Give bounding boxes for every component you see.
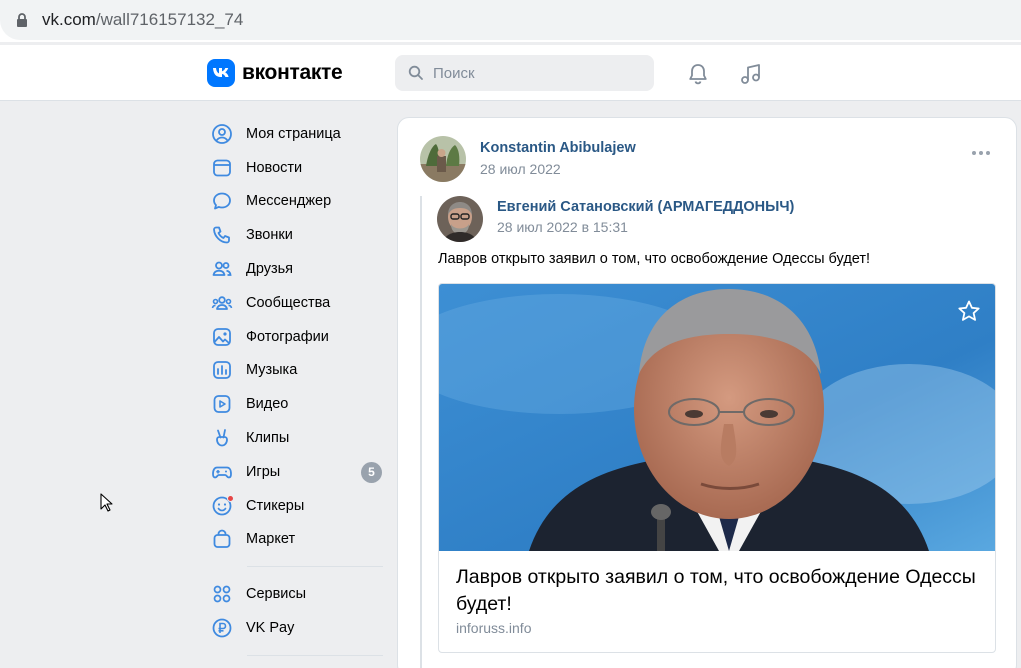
clips-icon — [216, 429, 228, 447]
repost-author-avatar[interactable] — [437, 196, 483, 242]
bell-icon[interactable] — [685, 61, 711, 87]
url-path: /wall716157132_74 — [95, 10, 244, 29]
nav-item-messenger[interactable]: Мессенджер — [211, 185, 383, 219]
nav-item-communities[interactable]: Сообщества — [211, 286, 383, 320]
nav-label: Музыка — [246, 362, 298, 379]
link-title[interactable]: Лавров открыто заявил о том, что освобож… — [456, 564, 976, 618]
communities-icon — [211, 296, 233, 310]
nav-item-friends[interactable]: Друзья — [211, 252, 383, 286]
vk-header: вконтакте Поиск — [0, 45, 1021, 101]
nav-item-vkpay[interactable]: VK Pay — [211, 611, 383, 645]
post-card: Konstantin Abibulajew 28 июл 2022 Евгени… — [397, 117, 1017, 668]
nav-label: Друзья — [246, 261, 294, 278]
nav-item-market[interactable]: Маркет — [211, 523, 383, 557]
nav-label: Сообщества — [246, 294, 331, 311]
nav-item-music[interactable]: Музыка — [211, 354, 383, 388]
market-icon — [213, 530, 231, 549]
url-field[interactable]: vk.com/wall716157132_74 — [0, 0, 1021, 40]
message-icon — [213, 193, 231, 210]
browser-address-bar: vk.com/wall716157132_74 — [0, 0, 1021, 42]
star-icon[interactable] — [957, 299, 981, 323]
left-nav: Моя страница Новости Мессенджер Звонки Д… — [211, 117, 383, 666]
vk-logo-icon — [207, 59, 235, 87]
post-date[interactable]: 28 июл 2022 — [480, 161, 561, 177]
search-placeholder: Поиск — [433, 64, 475, 82]
nav-divider — [247, 654, 383, 656]
search-input[interactable]: Поиск — [395, 55, 654, 91]
nav-item-games[interactable]: Игры 5 — [211, 455, 383, 489]
services-icon — [213, 585, 231, 603]
nav-item-video[interactable]: Видео — [211, 387, 383, 421]
nav-label: Новости — [246, 159, 303, 176]
post-author[interactable]: Konstantin Abibulajew — [480, 140, 636, 156]
url-host: vk.com — [42, 10, 96, 29]
nav-item-clips[interactable]: Клипы — [211, 421, 383, 455]
post-text: Лавров открыто заявил о том, что освобож… — [438, 251, 871, 267]
vkpay-icon — [212, 618, 232, 638]
lock-icon — [17, 13, 27, 27]
repost-author[interactable]: Евгений Сатановский (АРМАГЕДДОНЫЧ) — [497, 199, 794, 215]
video-icon — [213, 395, 231, 414]
nav-item-calls[interactable]: Звонки — [211, 218, 383, 252]
search-icon — [408, 65, 423, 80]
repost-date[interactable]: 28 июл 2022 в 15:31 — [497, 219, 628, 235]
photo-icon — [213, 327, 231, 346]
nav-label: Игры — [246, 463, 281, 480]
nav-label: VK Pay — [246, 620, 295, 637]
nav-label: Звонки — [246, 227, 293, 244]
more-options-icon[interactable] — [972, 151, 990, 155]
link-attachment[interactable]: Лавров открыто заявил о том, что освобож… — [438, 283, 996, 653]
author-avatar[interactable] — [420, 136, 466, 182]
nav-label: Моя страница — [246, 125, 341, 142]
user-circle-icon — [212, 123, 232, 144]
nav-item-my-page[interactable]: Моя страница — [211, 117, 383, 151]
nav-item-news[interactable]: Новости — [211, 151, 383, 185]
mouse-cursor-icon — [100, 493, 113, 512]
nav-label: Клипы — [246, 430, 290, 447]
nav-item-photos[interactable]: Фотографии — [211, 320, 383, 354]
vk-logo[interactable]: вконтакте — [207, 59, 343, 87]
repost: Евгений Сатановский (АРМАГЕДДОНЫЧ) 28 ию… — [420, 196, 996, 668]
nav-label: Маркет — [246, 531, 296, 548]
nav-item-services[interactable]: Сервисы — [211, 577, 383, 611]
friends-icon — [212, 261, 232, 276]
nav-label: Фотографии — [246, 328, 329, 345]
nav-label: Видео — [246, 396, 289, 413]
music-icon — [213, 361, 231, 380]
vk-logo-text: вконтакте — [242, 61, 343, 84]
games-badge: 5 — [361, 461, 382, 483]
url-text: vk.com/wall716157132_74 — [42, 10, 243, 30]
notification-dot — [227, 494, 234, 502]
music-note-icon[interactable] — [738, 61, 764, 87]
nav-label: Сервисы — [246, 586, 307, 603]
link-preview-image — [439, 284, 995, 551]
games-icon — [212, 466, 232, 479]
news-icon — [213, 159, 231, 177]
nav-divider — [247, 566, 383, 568]
nav-label: Мессенджер — [246, 193, 332, 210]
nav-label: Стикеры — [246, 497, 305, 514]
nav-item-stickers[interactable]: Стикеры — [211, 489, 383, 523]
phone-icon — [213, 226, 230, 244]
link-domain[interactable]: inforuss.info — [456, 620, 531, 636]
